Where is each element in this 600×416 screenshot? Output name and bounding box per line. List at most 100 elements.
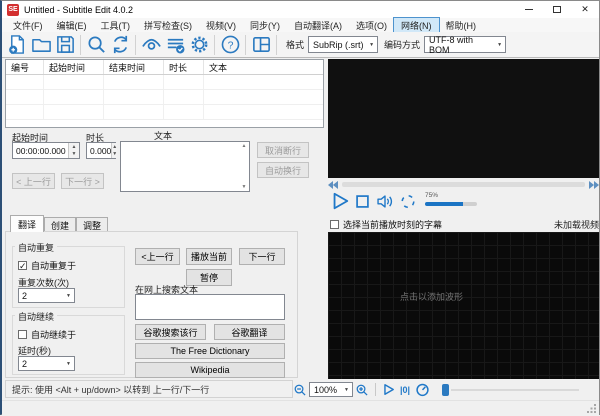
reset-position-button[interactable]: |0| — [400, 385, 410, 395]
spinner-arrows-icon[interactable]: ▲ ▼ — [111, 143, 118, 158]
textarea-scrollbar[interactable]: ▲ ▼ — [239, 142, 249, 191]
video-status-label: 未加载视频 — [553, 220, 599, 230]
find-button[interactable] — [85, 34, 107, 56]
volume-slider[interactable]: 75% — [425, 192, 477, 209]
zoom-in-button[interactable] — [355, 383, 369, 397]
layout-button[interactable] — [250, 34, 272, 56]
table-row[interactable] — [6, 105, 323, 120]
replace-button[interactable] — [109, 34, 131, 56]
column-end-time[interactable]: 结束时间 — [104, 60, 164, 74]
web-search-text-area[interactable] — [135, 294, 285, 320]
video-display[interactable] — [328, 59, 599, 178]
column-text[interactable]: 文本 — [204, 60, 323, 74]
column-duration[interactable]: 时长 — [164, 60, 204, 74]
prev-line-button[interactable]: < 上一行 — [12, 173, 55, 189]
google-search-button[interactable]: 谷歌搜索该行 — [135, 324, 206, 340]
menu-options[interactable]: 选项(O) — [349, 18, 394, 33]
waveform-play-button[interactable] — [382, 383, 395, 396]
open-file-button[interactable] — [30, 34, 52, 56]
duration-spinner[interactable]: 0.000 ▲ ▼ — [86, 142, 118, 159]
format-combobox[interactable]: SubRip (.srt) ▼ — [308, 36, 379, 53]
waveform-area[interactable]: 点击以添加波形 — [328, 232, 599, 379]
menu-auto-translate[interactable]: 自动翻译(A) — [287, 18, 349, 33]
mute-button[interactable] — [375, 193, 395, 210]
encoding-combobox[interactable]: UTF-8 with BOM ▼ — [424, 35, 507, 55]
zoom-out-icon — [294, 384, 306, 396]
translate-prev-line-button[interactable]: <上一行 — [135, 248, 180, 265]
waveform-position-slider-handle[interactable] — [442, 383, 450, 396]
start-time-spinner[interactable]: 00:00:00.000 ▲ ▼ — [12, 142, 80, 159]
maximize-button[interactable] — [543, 1, 571, 18]
gauge-icon — [416, 383, 429, 397]
help-button[interactable]: ? — [219, 34, 241, 56]
volume-track[interactable] — [425, 202, 477, 206]
settings-button[interactable] — [188, 34, 210, 56]
waveform-position-slider-track[interactable] — [451, 388, 580, 391]
play-button[interactable] — [330, 191, 350, 211]
menu-spellcheck[interactable]: 拼写检查(S) — [137, 18, 199, 33]
waveform-zoom-combobox[interactable]: 100% ▼ — [309, 382, 353, 397]
subtitle-list[interactable]: 编号 起始时间 结束时间 时长 文本 — [5, 59, 324, 128]
auto-wrap-button[interactable]: 自动换行 — [257, 162, 309, 178]
scroll-down-icon[interactable]: ▼ — [239, 184, 249, 190]
spell-check-button[interactable] — [164, 34, 186, 56]
auto-repeat-checkbox[interactable] — [18, 261, 27, 272]
waveform-zoom-value: 100% — [314, 384, 338, 395]
free-dictionary-button[interactable]: The Free Dictionary — [135, 343, 285, 359]
google-translate-button[interactable]: 谷歌翻译 — [214, 324, 285, 340]
tab-translate[interactable]: 翻译 — [10, 215, 44, 232]
web-search-input[interactable] — [136, 295, 284, 319]
new-file-button[interactable] — [6, 34, 28, 56]
seek-back-icon[interactable] — [328, 180, 338, 189]
menu-file[interactable]: 文件(F) — [6, 18, 50, 33]
close-icon: ✕ — [581, 4, 589, 14]
seek-forward-icon[interactable] — [589, 180, 599, 189]
zoom-out-button[interactable] — [293, 383, 307, 397]
new-file-icon — [8, 35, 24, 54]
unbreak-button[interactable]: 取消断行 — [257, 142, 309, 158]
window-title: Untitled - Subtitle Edit 4.0.2 — [24, 4, 134, 15]
save-button[interactable] — [54, 34, 76, 56]
menu-sync[interactable]: 同步(Y) — [243, 18, 287, 33]
auto-continue-group-label: 自动继续 — [15, 310, 58, 323]
tab-adjust[interactable]: 调整 — [76, 217, 108, 232]
column-start-time[interactable]: 起始时间 — [44, 60, 104, 74]
playback-speed-button[interactable] — [415, 382, 430, 397]
auto-continue-checkbox[interactable] — [18, 330, 27, 339]
menu-networking[interactable]: 网络(N) — [393, 16, 440, 34]
subtitle-text-input[interactable] — [121, 142, 249, 191]
spinner-arrows-icon[interactable]: ▲ ▼ — [68, 143, 79, 158]
scroll-up-icon[interactable]: ▲ — [239, 143, 249, 149]
next-line-button[interactable]: 下一行 > — [61, 173, 104, 189]
resize-grip-icon[interactable] — [587, 404, 596, 413]
menu-help[interactable]: 帮助(H) — [439, 18, 484, 33]
close-button[interactable]: ✕ — [571, 1, 599, 18]
wikipedia-button[interactable]: Wikipedia — [135, 362, 285, 378]
repeat-count-combobox[interactable]: 2 ▼ — [18, 288, 75, 303]
auto-repeat-checkbox-row[interactable]: 自动重复于 — [18, 259, 76, 272]
video-controls: 75% — [330, 190, 599, 212]
play-current-button[interactable]: 播放当前 — [186, 248, 232, 265]
show-subtitle-checkbox[interactable] — [330, 220, 339, 229]
table-row[interactable] — [6, 75, 323, 90]
column-number[interactable]: 编号 — [6, 60, 44, 74]
minimize-button[interactable] — [515, 1, 543, 18]
subtitle-text-area[interactable]: ▲ ▼ — [120, 141, 250, 192]
stop-button[interactable] — [354, 193, 371, 210]
auto-continue-checkbox-row[interactable]: 自动继续于 — [18, 328, 76, 341]
fullscreen-button[interactable] — [399, 193, 417, 210]
menu-edit[interactable]: 编辑(E) — [50, 18, 94, 33]
auto-repeat-group-label: 自动重复 — [15, 241, 58, 254]
menu-video[interactable]: 视频(V) — [199, 18, 243, 33]
table-row[interactable] — [6, 90, 323, 105]
visual-sync-button[interactable] — [140, 34, 162, 56]
seek-track[interactable] — [342, 182, 585, 187]
delay-combobox[interactable]: 2 ▼ — [18, 356, 75, 371]
toolbar-separator — [276, 34, 277, 55]
menu-tools[interactable]: 工具(T) — [94, 18, 138, 33]
translate-next-line-button[interactable]: 下一行 — [239, 248, 285, 265]
title-bar[interactable]: SE Untitled - Subtitle Edit 4.0.2 ✕ — [2, 1, 599, 18]
eye-icon — [141, 38, 161, 50]
tab-create[interactable]: 创建 — [44, 217, 76, 232]
video-seek-bar[interactable] — [328, 180, 599, 189]
